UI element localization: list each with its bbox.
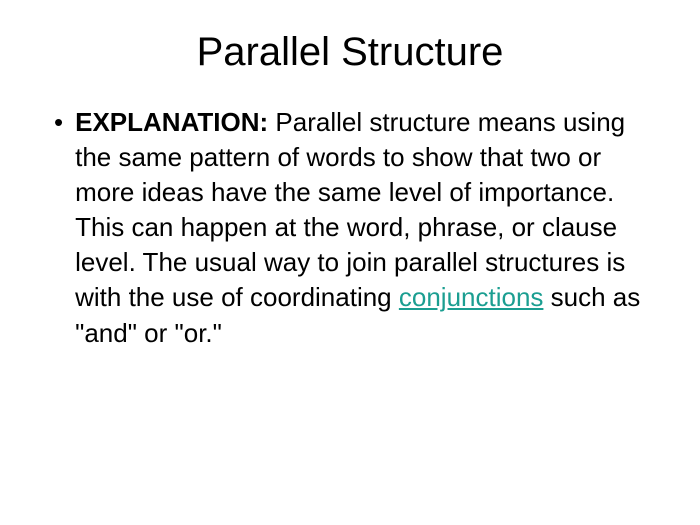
body-paragraph: EXPLANATION: Parallel structure means us… <box>75 105 650 351</box>
bullet-item: • EXPLANATION: Parallel structure means … <box>50 105 650 351</box>
slide-title: Parallel Structure <box>50 30 650 75</box>
explanation-label: EXPLANATION: <box>75 107 268 137</box>
conjunctions-link[interactable]: conjunctions <box>399 282 544 312</box>
bullet-marker: • <box>54 105 63 140</box>
